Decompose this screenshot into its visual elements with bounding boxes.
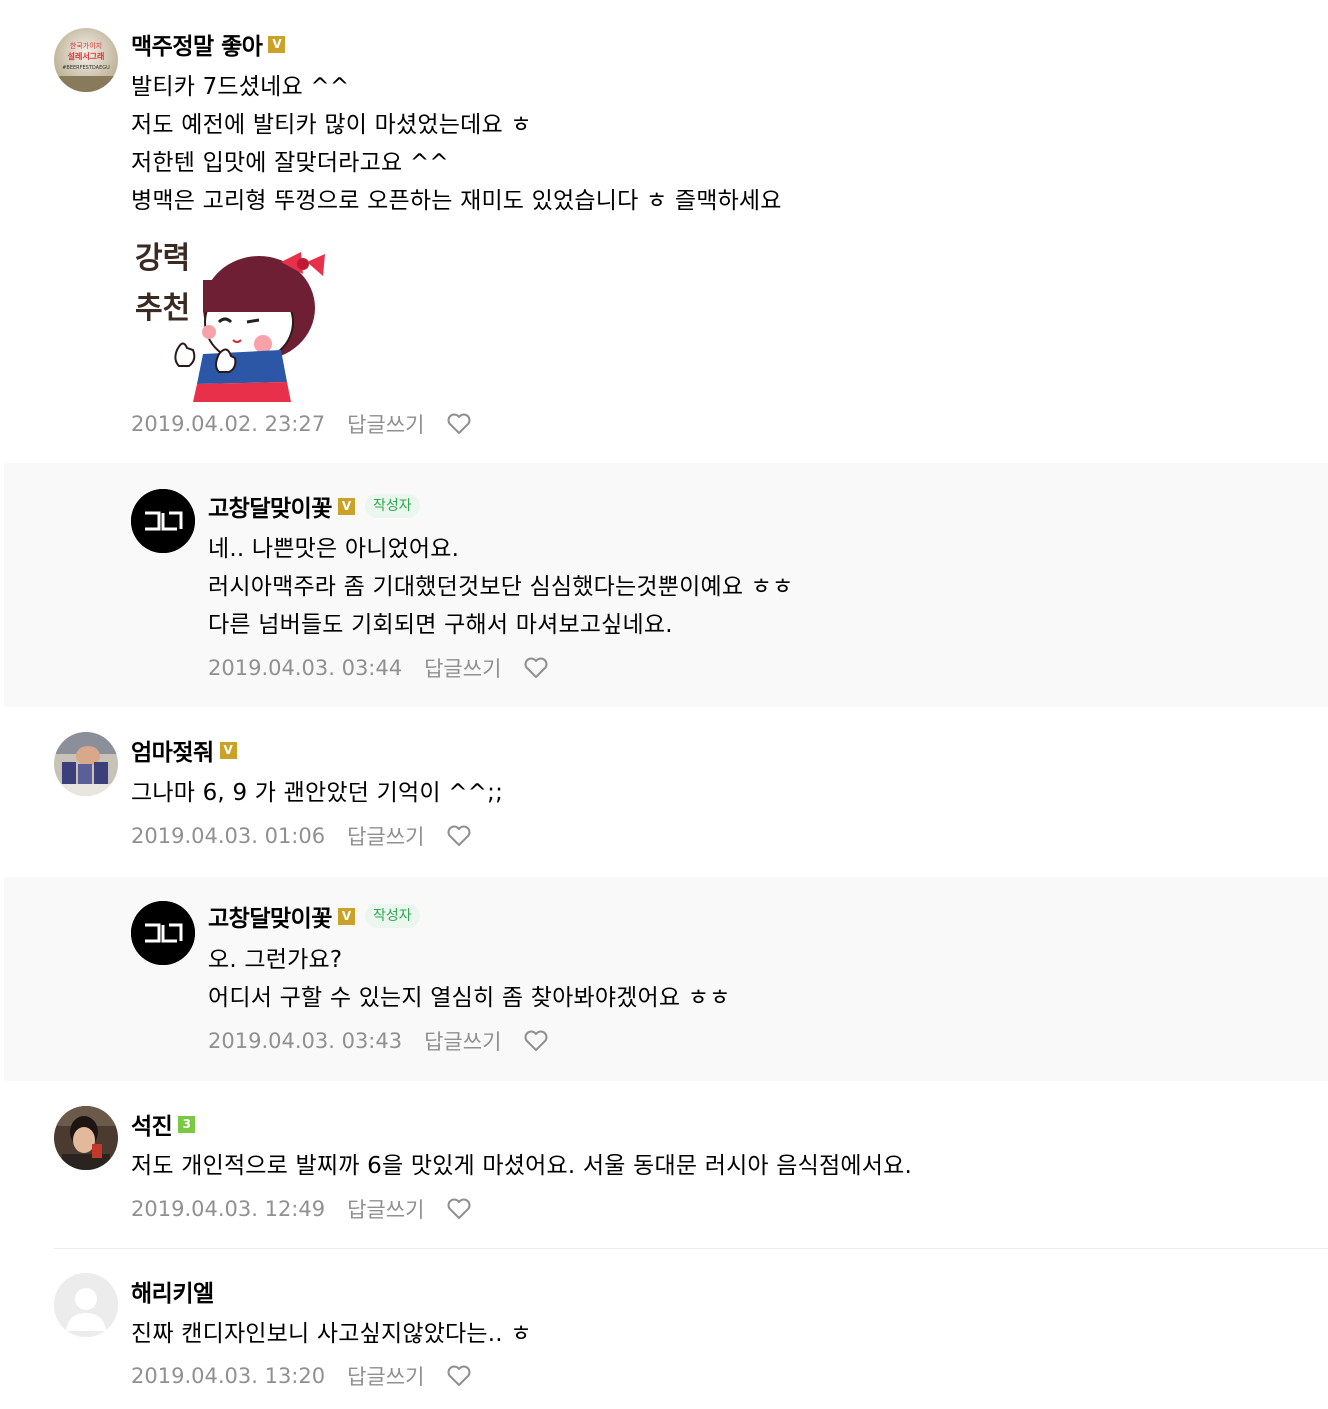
comment-meta: 2019.04.03. 12:49 답글쓰기 xyxy=(131,1194,472,1224)
comment-line: 어디서 구할 수 있는지 열심히 좀 찾아봐야겠어요 ㅎㅎ xyxy=(208,985,731,1011)
comment-line: 발티카 7드셨네요 ^^ xyxy=(131,74,350,100)
comment-line: 그나마 6, 9 가 괜안았던 기억이 ^^;; xyxy=(131,780,504,806)
reply-button[interactable]: 답글쓰기 xyxy=(424,1026,501,1056)
verified-badge-icon: V xyxy=(268,35,286,53)
comment-line: 병맥은 고리형 뚜껑으로 오픈하는 재미도 있었습니다 ㅎ 즐맥하세요 xyxy=(131,188,782,214)
person-silhouette-icon[interactable] xyxy=(54,1273,118,1337)
comment-text: 오. 그런가요? 어디서 구할 수 있는지 열심히 좀 찾아봐야겠어요 ㅎㅎ xyxy=(208,941,731,1017)
comment-date: 2019.04.03. 12:49 xyxy=(131,1197,326,1221)
comment-date: 2019.04.03. 03:44 xyxy=(208,656,403,680)
avatar[interactable] xyxy=(54,1106,118,1170)
comment-date: 2019.04.03. 01:06 xyxy=(131,824,326,848)
heart-outline-icon[interactable] xyxy=(523,1029,549,1053)
nickname-row: 고창달맞이꽃 V 작성자 xyxy=(208,899,420,933)
comment-date: 2019.04.02. 23:27 xyxy=(131,412,326,436)
nickname-row: 석진 3 xyxy=(131,1107,196,1141)
nickname-row: 맥주정말 좋아 V xyxy=(131,27,286,61)
comment-line: 저한텐 입맛에 잘맞더라고요 ^^ xyxy=(131,150,449,176)
comment-text: 네.. 나쁜맛은 아니었어요. 러시아맥주라 좀 기대했던것보단 심심했다는것뿐… xyxy=(208,530,793,644)
comment-line: 진짜 캔디자인보니 사고싶지않았다는.. ㅎ xyxy=(131,1321,532,1347)
sticker-image: 강력 추천 xyxy=(131,232,331,402)
comment-date: 2019.04.03. 13:20 xyxy=(131,1364,326,1388)
svg-text:설레서그래: 설레서그래 xyxy=(68,51,105,61)
comment-meta: 2019.04.03. 03:43 답글쓰기 xyxy=(208,1026,549,1056)
comment-meta: 2019.04.03. 13:20 답글쓰기 xyxy=(131,1361,472,1391)
nickname[interactable]: 고창달맞이꽃 xyxy=(208,489,332,523)
reply-button[interactable]: 답글쓰기 xyxy=(347,1361,424,1391)
comment-meta: 2019.04.03. 03:44 답글쓰기 xyxy=(208,653,549,683)
reply-comment-item: 고창달맞이꽃 V 작성자 오. 그런가요? 어디서 구할 수 있는지 열심히 좀… xyxy=(4,877,1328,1081)
comment-item: 해리키엘 진짜 캔디자인보니 사고싶지않았다는.. ㅎ 2019.04.03. … xyxy=(0,1249,1328,1409)
comment-item: 석진 3 저도 개인적으로 발찌까 6을 맛있게 마셨어요. 서울 동대문 러시… xyxy=(0,1082,1328,1248)
avatar[interactable] xyxy=(131,901,195,965)
level-badge-icon: 3 xyxy=(178,1115,196,1133)
comment-meta: 2019.04.03. 01:06 답글쓰기 xyxy=(131,821,472,851)
avatar[interactable]: 한국가이지 설레서그래 #BEERFESTDAEGU xyxy=(54,28,118,92)
heart-outline-icon[interactable] xyxy=(446,412,472,436)
comment-line: 네.. 나쁜맛은 아니었어요. xyxy=(208,536,460,562)
writer-badge: 작성자 xyxy=(364,904,420,928)
comment-line: 저도 예전에 발티카 많이 마셨었는데요 ㅎ xyxy=(131,112,532,138)
heart-outline-icon[interactable] xyxy=(446,1364,472,1388)
reply-button[interactable]: 답글쓰기 xyxy=(347,821,424,851)
nickname-row: 엄마젖줘 V xyxy=(131,733,237,767)
comment-line: 오. 그런가요? xyxy=(208,947,343,973)
verified-badge-icon: V xyxy=(337,907,355,925)
sticker-text: 추천 xyxy=(135,291,190,326)
nickname[interactable]: 엄마젖줘 xyxy=(131,733,214,767)
reply-button[interactable]: 답글쓰기 xyxy=(347,1194,424,1224)
comment-text: 진짜 캔디자인보니 사고싶지않았다는.. ㅎ xyxy=(131,1315,532,1353)
reply-button[interactable]: 답글쓰기 xyxy=(424,653,501,683)
comment-text: 저도 개인적으로 발찌까 6을 맛있게 마셨어요. 서울 동대문 러시아 음식점… xyxy=(131,1147,912,1185)
comment-line: 저도 개인적으로 발찌까 6을 맛있게 마셨어요. 서울 동대문 러시아 음식점… xyxy=(131,1153,912,1179)
comment-item: 한국가이지 설레서그래 #BEERFESTDAEGU 맥주정말 좋아 V 발티카… xyxy=(0,0,1328,462)
comment-text: 그나마 6, 9 가 괜안았던 기억이 ^^;; xyxy=(131,774,503,812)
avatar[interactable] xyxy=(54,732,118,796)
heart-outline-icon[interactable] xyxy=(523,656,549,680)
verified-badge-icon: V xyxy=(337,497,355,515)
nickname[interactable]: 석진 xyxy=(131,1107,173,1141)
comment-line: 러시아맥주라 좀 기대했던것보단 심심했다는것뿐이예요 ㅎㅎ xyxy=(208,574,794,600)
writer-badge: 작성자 xyxy=(364,494,420,518)
nickname[interactable]: 해리키엘 xyxy=(131,1274,214,1308)
comment-date: 2019.04.03. 03:43 xyxy=(208,1029,403,1053)
nickname-row: 고창달맞이꽃 V 작성자 xyxy=(208,489,420,523)
nickname-row: 해리키엘 xyxy=(131,1274,214,1308)
heart-outline-icon[interactable] xyxy=(446,1197,472,1221)
verified-badge-icon: V xyxy=(219,741,237,759)
comment-text: 발티카 7드셨네요 ^^ 저도 예전에 발티카 많이 마셨었는데요 ㅎ 저한텐 … xyxy=(131,68,782,220)
avatar[interactable] xyxy=(131,489,195,553)
svg-text:한국가이지: 한국가이지 xyxy=(70,41,102,50)
comment-meta: 2019.04.02. 23:27 답글쓰기 xyxy=(131,409,472,439)
comment-line: 다른 넘버들도 기회되면 구해서 마셔보고싶네요. xyxy=(208,612,673,638)
heart-outline-icon[interactable] xyxy=(446,824,472,848)
reply-button[interactable]: 답글쓰기 xyxy=(347,409,424,439)
nickname[interactable]: 맥주정말 좋아 xyxy=(131,27,263,61)
comment-item: 엄마젖줘 V 그나마 6, 9 가 괜안았던 기억이 ^^;; 2019.04.… xyxy=(0,708,1328,876)
sticker-text: 강력 xyxy=(135,241,190,276)
reply-comment-item: 고창달맞이꽃 V 작성자 네.. 나쁜맛은 아니었어요. 러시아맥주라 좀 기대… xyxy=(4,463,1328,707)
svg-text:#BEERFESTDAEGU: #BEERFESTDAEGU xyxy=(62,65,110,71)
nickname[interactable]: 고창달맞이꽃 xyxy=(208,899,332,933)
